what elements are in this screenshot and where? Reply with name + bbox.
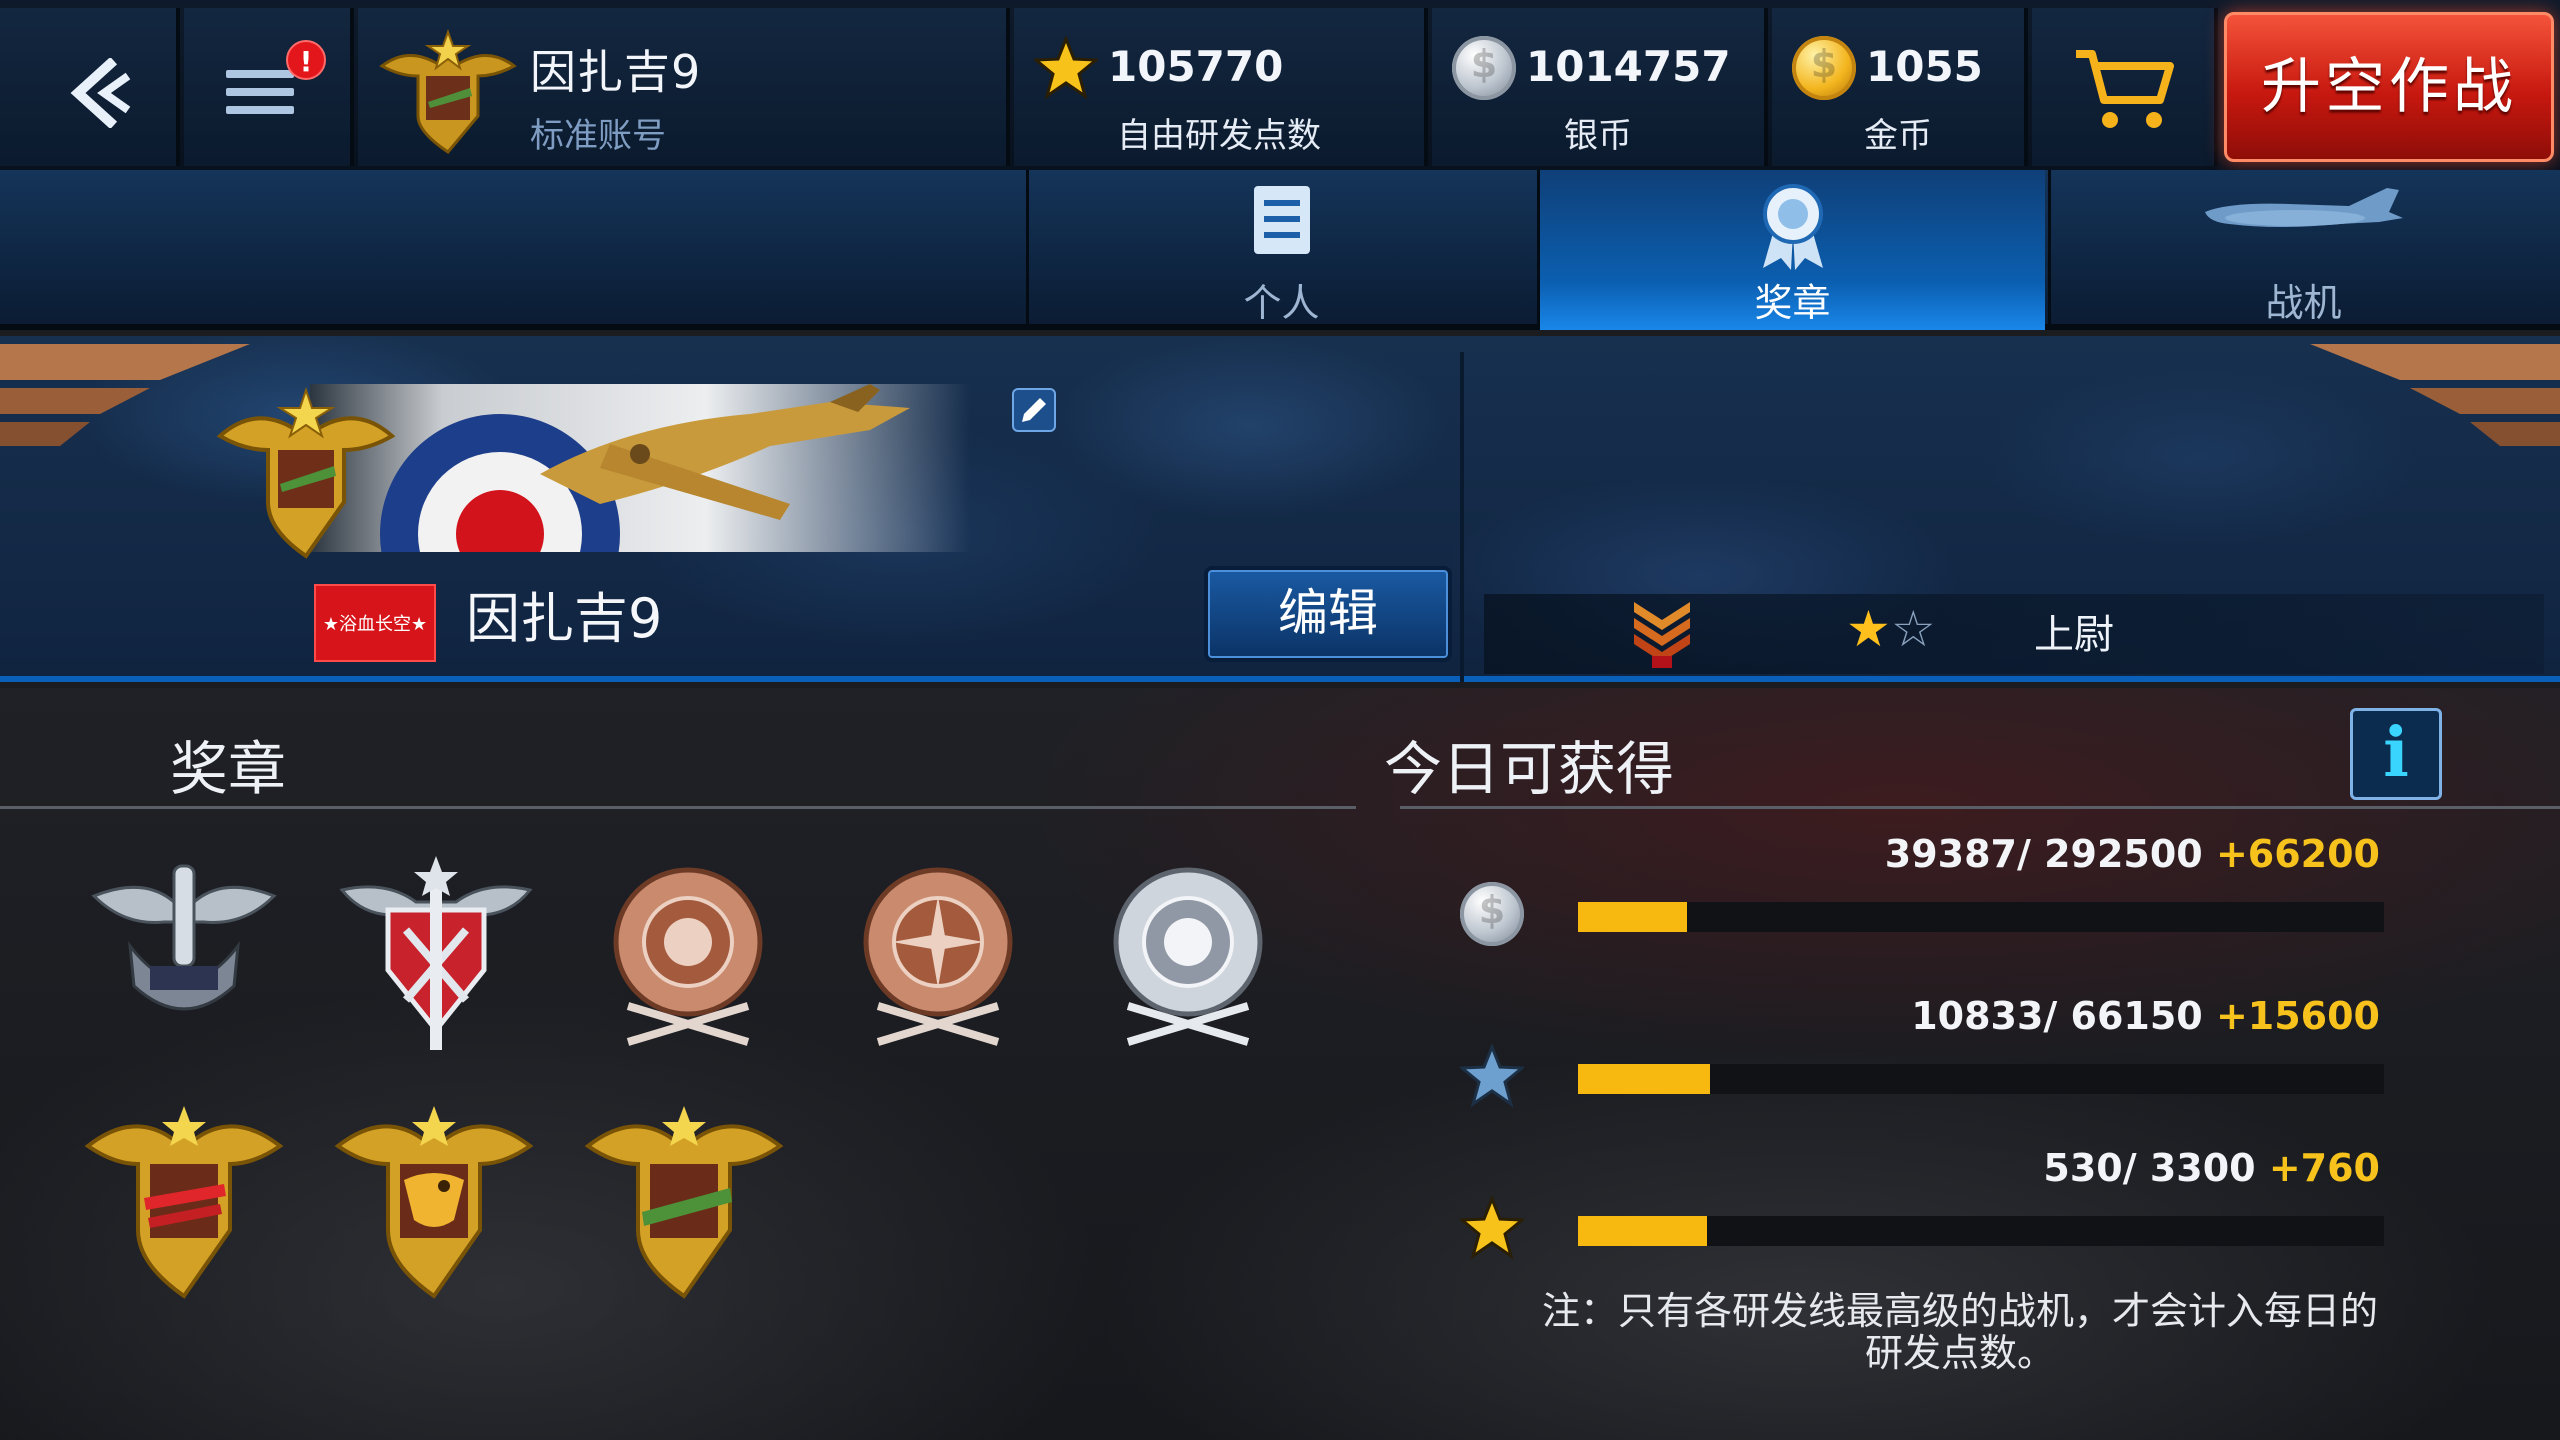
note-line-2: 研发点数。 xyxy=(1864,1331,2055,1375)
player-info[interactable]: 因扎吉9 标准账号 xyxy=(358,8,1010,166)
player-emblem-icon xyxy=(379,29,517,154)
left-wing-decoration-icon xyxy=(0,344,250,446)
tab-aircraft[interactable]: 战机 xyxy=(2048,170,2556,330)
blue-star-icon xyxy=(1460,1044,1524,1108)
gold-red-biplane-badge-icon[interactable] xyxy=(84,1100,284,1300)
progress-track xyxy=(1578,1064,2384,1094)
progress-fill xyxy=(1578,902,1687,932)
progress-row-gold-star: 530/ 3300 +760 xyxy=(1460,1146,2460,1266)
gold-coin-icon xyxy=(1792,36,1856,100)
progress-row-blue-star: 10833/ 66150 +15600 xyxy=(1460,994,2460,1114)
rank-star-filled-icon: ★ xyxy=(1846,600,1891,658)
sortie-button[interactable]: 升空作战 xyxy=(2224,12,2554,162)
progress-text: 530/ 3300 +760 xyxy=(2043,1146,2380,1190)
winged-bullet-medal-icon[interactable] xyxy=(84,856,284,1056)
right-wing-decoration-icon xyxy=(2310,344,2560,446)
today-divider xyxy=(1400,806,2560,809)
rank-stars: ★☆ xyxy=(1846,600,1936,658)
progress-text: 10833/ 66150 +15600 xyxy=(1911,994,2380,1038)
medal-ribbon-icon xyxy=(1762,184,1823,270)
progress-current: 10833 xyxy=(1911,994,2044,1038)
crossed-swords-shield-medal-icon[interactable] xyxy=(336,850,536,1050)
gold-value: 1055 xyxy=(1866,42,1983,91)
medals-heading: 奖章 xyxy=(170,735,287,803)
pencil-icon xyxy=(1022,398,1046,422)
silver-coin-icon xyxy=(1460,882,1524,946)
gold-star-icon xyxy=(1460,1196,1524,1260)
tab-medals-label: 奖章 xyxy=(1754,281,1831,325)
progress-bonus: +760 xyxy=(2268,1146,2380,1190)
note-line-1: 注：只有各研发线最高级的战机，才会计入每日的 xyxy=(1541,1289,2378,1333)
info-button[interactable]: i xyxy=(2350,708,2442,800)
menu-icon xyxy=(226,70,294,124)
research-points-display: 105770 自由研发点数 xyxy=(1014,8,1428,166)
profile-name: 因扎吉9 xyxy=(466,587,663,650)
silver-coin-icon xyxy=(1452,36,1516,100)
bronze-coin-medal-icon[interactable] xyxy=(588,856,788,1056)
gold-label: 金币 xyxy=(1864,116,1932,156)
progress-bonus: +66200 xyxy=(2215,832,2380,876)
cart-icon xyxy=(2076,50,2174,128)
chevron-left-icon xyxy=(70,58,131,128)
research-points-value: 105770 xyxy=(1108,42,1284,91)
shop-button[interactable] xyxy=(2032,8,2218,166)
today-heading: 今日可获得 xyxy=(1384,735,1675,803)
player-name: 因扎吉9 xyxy=(530,45,702,99)
progress-current: 530 xyxy=(2043,1146,2123,1190)
account-type: 标准账号 xyxy=(530,116,666,156)
medals-divider xyxy=(0,806,1356,809)
gold-green-fighter-badge-icon[interactable] xyxy=(584,1100,784,1300)
progress-fill xyxy=(1578,1064,1711,1094)
progress-separator: / xyxy=(2016,832,2045,876)
edit-banner-button[interactable] xyxy=(1012,388,1056,432)
progress-separator: / xyxy=(2043,994,2071,1038)
bronze-propeller-medal-icon[interactable] xyxy=(838,856,1038,1056)
progress-bonus: +15600 xyxy=(2215,994,2380,1038)
progress-current: 39387 xyxy=(1884,832,2017,876)
progress-text: 39387/ 292500 +66200 xyxy=(1885,832,2380,876)
research-note: 注：只有各研发线最高级的战机，才会计入每日的 研发点数。 xyxy=(1480,1290,2440,1374)
silver-label: 银币 xyxy=(1564,116,1632,156)
tab-medals[interactable]: 奖章 xyxy=(1537,170,2045,330)
progress-max: 66150 xyxy=(2070,994,2203,1038)
notification-badge: ! xyxy=(286,40,326,80)
rank-star-empty-icon: ☆ xyxy=(1890,600,1936,658)
profile-banner[interactable] xyxy=(310,384,970,552)
gold-eagle-badge-icon[interactable] xyxy=(334,1100,534,1300)
rank-chevron-icon xyxy=(1634,602,1690,668)
silver-value: 1014757 xyxy=(1526,42,1731,91)
back-button[interactable] xyxy=(0,8,180,166)
progress-track xyxy=(1578,1216,2384,1246)
progress-separator: / xyxy=(2122,1146,2150,1190)
progress-row-silver: 39387/ 292500 +66200 xyxy=(1460,832,2460,952)
roundel-aircraft-icon xyxy=(380,384,910,552)
tab-aircraft-label: 战机 xyxy=(2265,281,2342,325)
progress-max: 3300 xyxy=(2149,1146,2256,1190)
research-points-label: 自由研发点数 xyxy=(1117,116,1321,156)
edit-button[interactable]: 编辑 xyxy=(1204,566,1452,662)
progress-track xyxy=(1578,902,2384,932)
menu-button[interactable]: ! xyxy=(184,8,354,166)
profile-divider xyxy=(1460,352,1464,682)
document-icon xyxy=(1253,186,1310,254)
silver-display: 1014757 银币 xyxy=(1432,8,1768,166)
clan-tag: ★浴血长空★ xyxy=(314,584,436,662)
silver-coin-medal-icon[interactable] xyxy=(1088,856,1288,1056)
gold-display: 1055 金币 xyxy=(1772,8,2028,166)
profile-emblem-icon[interactable] xyxy=(216,380,396,560)
gold-star-icon xyxy=(1034,36,1098,100)
aircraft-icon xyxy=(2204,188,2403,227)
tab-personal[interactable]: 个人 xyxy=(1026,170,1534,330)
tab-bar: 个人 奖章 战机 xyxy=(0,170,2560,330)
progress-fill xyxy=(1578,1216,1708,1246)
rank-title: 上尉 xyxy=(2034,612,2114,658)
tab-personal-label: 个人 xyxy=(1243,281,1320,325)
progress-max: 292500 xyxy=(2044,832,2203,876)
